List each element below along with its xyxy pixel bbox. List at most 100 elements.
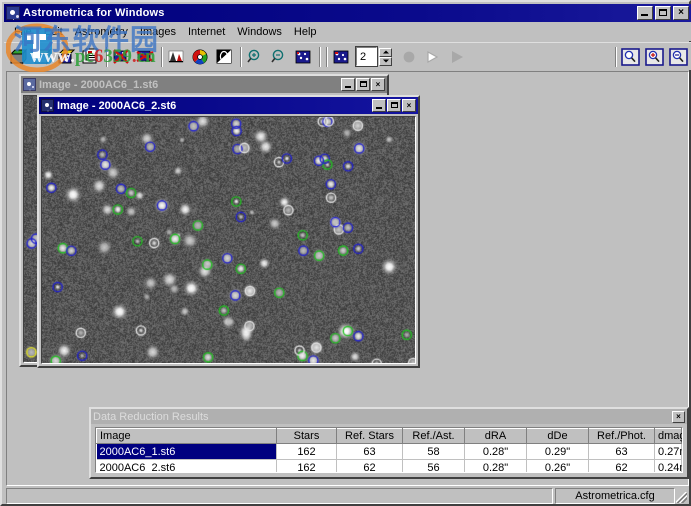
blink-stop-icon	[398, 46, 421, 68]
toolbar: 2	[4, 42, 691, 70]
results-titlebar: Data Reduction Results ×	[91, 409, 687, 424]
table-row[interactable]: 2000AC6_1.st6 162 63 58 0.28" 0.29" 63 0…	[96, 443, 682, 460]
invert-icon[interactable]	[213, 46, 236, 68]
page-title: Astrometrica for Windows	[23, 7, 165, 19]
minimize-button[interactable]	[341, 78, 355, 91]
cell-ref-phot: 63	[588, 443, 655, 460]
cell-ref-stars: 62	[336, 459, 403, 472]
results-grid[interactable]: Image Stars Ref. Stars Ref./Ast. dRA dDe…	[95, 427, 683, 473]
spinner-down-icon[interactable]	[379, 56, 392, 66]
maximize-button[interactable]	[356, 78, 370, 91]
status-config-file: Astrometrica.cfg	[555, 488, 675, 504]
cell-stars: 162	[276, 443, 337, 460]
clear-objects-icon[interactable]	[110, 46, 133, 68]
status-message	[6, 488, 553, 504]
menu-edit[interactable]: Edit	[38, 24, 69, 40]
menu-windows[interactable]: Windows	[231, 24, 288, 40]
cell-stars: 162	[276, 459, 337, 472]
table-header-row: Image Stars Ref. Stars Ref./Ast. dRA dDe…	[96, 428, 682, 444]
zoom-region-out-icon[interactable]	[667, 46, 690, 68]
cell-ref-ast: 58	[402, 443, 465, 460]
menu-internet[interactable]: Internet	[182, 24, 231, 40]
image-canvas-2[interactable]	[41, 116, 416, 364]
menu-file[interactable]: File	[8, 24, 38, 40]
results-title: Data Reduction Results	[93, 410, 209, 423]
cell-dra: 0.28"	[464, 459, 527, 472]
spinner-up-icon[interactable]	[379, 47, 392, 57]
data-reduction-results-panel[interactable]: Data Reduction Results × Image Stars Ref…	[89, 407, 689, 479]
zoom-out-icon[interactable]	[268, 46, 291, 68]
minimize-button[interactable]	[372, 99, 386, 112]
close-button[interactable]: ×	[371, 78, 385, 91]
close-icon: ×	[676, 411, 681, 421]
column-header-image[interactable]: Image	[96, 428, 277, 444]
results-close-button[interactable]: ×	[672, 410, 685, 423]
toolbar-separator	[612, 46, 619, 68]
close-button[interactable]: ×	[402, 99, 416, 112]
cell-dmag: 0.24mag	[654, 459, 682, 472]
comet-icon	[23, 78, 36, 91]
zoom-in-icon[interactable]	[244, 46, 267, 68]
column-header-ref-ast[interactable]: Ref./Ast.	[402, 428, 465, 444]
maximize-button[interactable]	[655, 6, 671, 20]
window-controls: ×	[637, 6, 689, 20]
find-object-icon[interactable]	[619, 46, 642, 68]
image-window-2-title: Image - 2000AC6_2.st6	[57, 99, 177, 112]
blink-speed-input[interactable]: 2	[355, 46, 378, 67]
color-palette-icon[interactable]	[189, 46, 212, 68]
cell-image: 2000AC6_1.st6	[96, 443, 277, 460]
table-row[interactable]: 2000AC6_2.st6 162 62 56 0.28" 0.26" 62 0…	[96, 459, 682, 472]
blink-play-icon	[446, 46, 469, 68]
zoom-region-in-icon[interactable]	[643, 46, 666, 68]
load-image-sequence-icon[interactable]	[31, 46, 54, 68]
comet-icon	[41, 99, 54, 112]
column-header-stars[interactable]: Stars	[276, 428, 337, 444]
image-window-1-controls: ×	[341, 78, 385, 91]
close-icon: ×	[678, 7, 684, 18]
statusbar: Astrometrica.cfg	[6, 488, 689, 504]
results-table: Image Stars Ref. Stars Ref./Ast. dRA dDe…	[96, 428, 682, 472]
close-button[interactable]: ×	[673, 6, 689, 20]
cell-ref-phot: 62	[588, 459, 655, 472]
cell-dra: 0.28"	[464, 443, 527, 460]
minimize-button[interactable]	[637, 6, 653, 20]
menu-astrometry[interactable]: Astrometry	[69, 24, 134, 40]
menu-images[interactable]: Images	[134, 24, 182, 40]
app-root: Astrometrica for Windows × File Edit Ast…	[0, 0, 691, 506]
cell-image: 2000AC6_2.st6	[96, 459, 277, 472]
cell-dde: 0.26"	[526, 459, 589, 472]
maximize-button[interactable]	[387, 99, 401, 112]
image-window-2[interactable]: Image - 2000AC6_2.st6 ×	[37, 95, 420, 368]
toolbar-separator	[316, 46, 323, 68]
main-window: Astrometrica for Windows × File Edit Ast…	[0, 0, 691, 506]
menu-help[interactable]: Help	[288, 24, 323, 40]
data-reduction-icon[interactable]	[292, 46, 315, 68]
cell-ref-ast: 56	[402, 459, 465, 472]
image-window-2-titlebar: Image - 2000AC6_2.st6 ×	[39, 97, 418, 114]
clear-reference-stars-icon[interactable]	[134, 46, 157, 68]
starfield-2	[42, 117, 415, 363]
settings-icon[interactable]	[79, 46, 102, 68]
load-images-icon[interactable]	[7, 46, 30, 68]
image-window-1-titlebar: Image - 2000AC6_1.st6 ×	[21, 76, 387, 93]
histogram-icon[interactable]	[165, 46, 188, 68]
spinner-buttons	[379, 47, 392, 66]
column-header-dra[interactable]: dRA	[464, 428, 527, 444]
column-header-ref-phot[interactable]: Ref./Phot.	[588, 428, 655, 444]
resize-grip-icon[interactable]	[675, 488, 689, 504]
menubar: File Edit Astrometry Images Internet Win…	[4, 22, 691, 41]
toolbar-separator	[323, 46, 330, 68]
cell-ref-stars: 63	[336, 443, 403, 460]
blink-step-icon	[422, 46, 445, 68]
column-header-ref-stars[interactable]: Ref. Stars	[336, 428, 403, 444]
main-titlebar: Astrometrica for Windows ×	[4, 4, 691, 22]
toolbar-separator	[237, 46, 244, 68]
blink-speed-spinner[interactable]: 2	[355, 46, 392, 67]
column-header-dmag[interactable]: dmag	[654, 428, 682, 444]
toolbar-separator	[103, 46, 110, 68]
blink-images-icon[interactable]	[330, 46, 353, 68]
column-header-dde[interactable]: dDe	[526, 428, 589, 444]
image-window-1-title: Image - 2000AC6_1.st6	[39, 78, 159, 91]
toolbar-separator	[158, 46, 165, 68]
load-reference-stars-icon[interactable]	[55, 46, 78, 68]
